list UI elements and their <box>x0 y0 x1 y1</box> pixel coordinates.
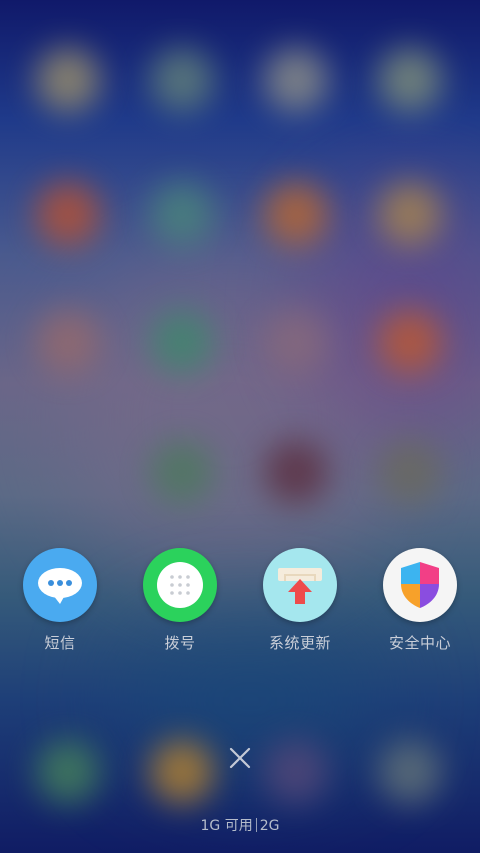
app-system-update[interactable]: 系统更新 <box>245 548 355 653</box>
recent-apps-screen: 短信 拨号 系统更新 安全中心 1G 可用 2G <box>0 0 480 853</box>
dialpad-icon <box>143 548 217 622</box>
memory-separator <box>255 818 257 832</box>
memory-status: 1G 可用 2G <box>0 815 480 835</box>
app-sms[interactable]: 短信 <box>5 548 115 653</box>
shield-icon <box>383 548 457 622</box>
app-label: 安全中心 <box>388 634 451 652</box>
app-security-center[interactable]: 安全中心 <box>365 548 475 653</box>
memory-total: 2G <box>259 818 280 834</box>
close-icon <box>229 747 251 769</box>
app-label: 拨号 <box>164 634 196 652</box>
recent-apps-row: 短信 拨号 系统更新 安全中心 <box>0 548 480 658</box>
upload-arrow-icon <box>263 548 337 622</box>
close-all-button[interactable] <box>224 742 256 774</box>
app-label: 系统更新 <box>268 634 331 652</box>
message-bubble-icon <box>23 548 97 622</box>
memory-available: 1G 可用 <box>200 818 253 834</box>
blurred-background <box>0 0 480 853</box>
app-dialer[interactable]: 拨号 <box>125 548 235 653</box>
app-label: 短信 <box>44 634 76 652</box>
